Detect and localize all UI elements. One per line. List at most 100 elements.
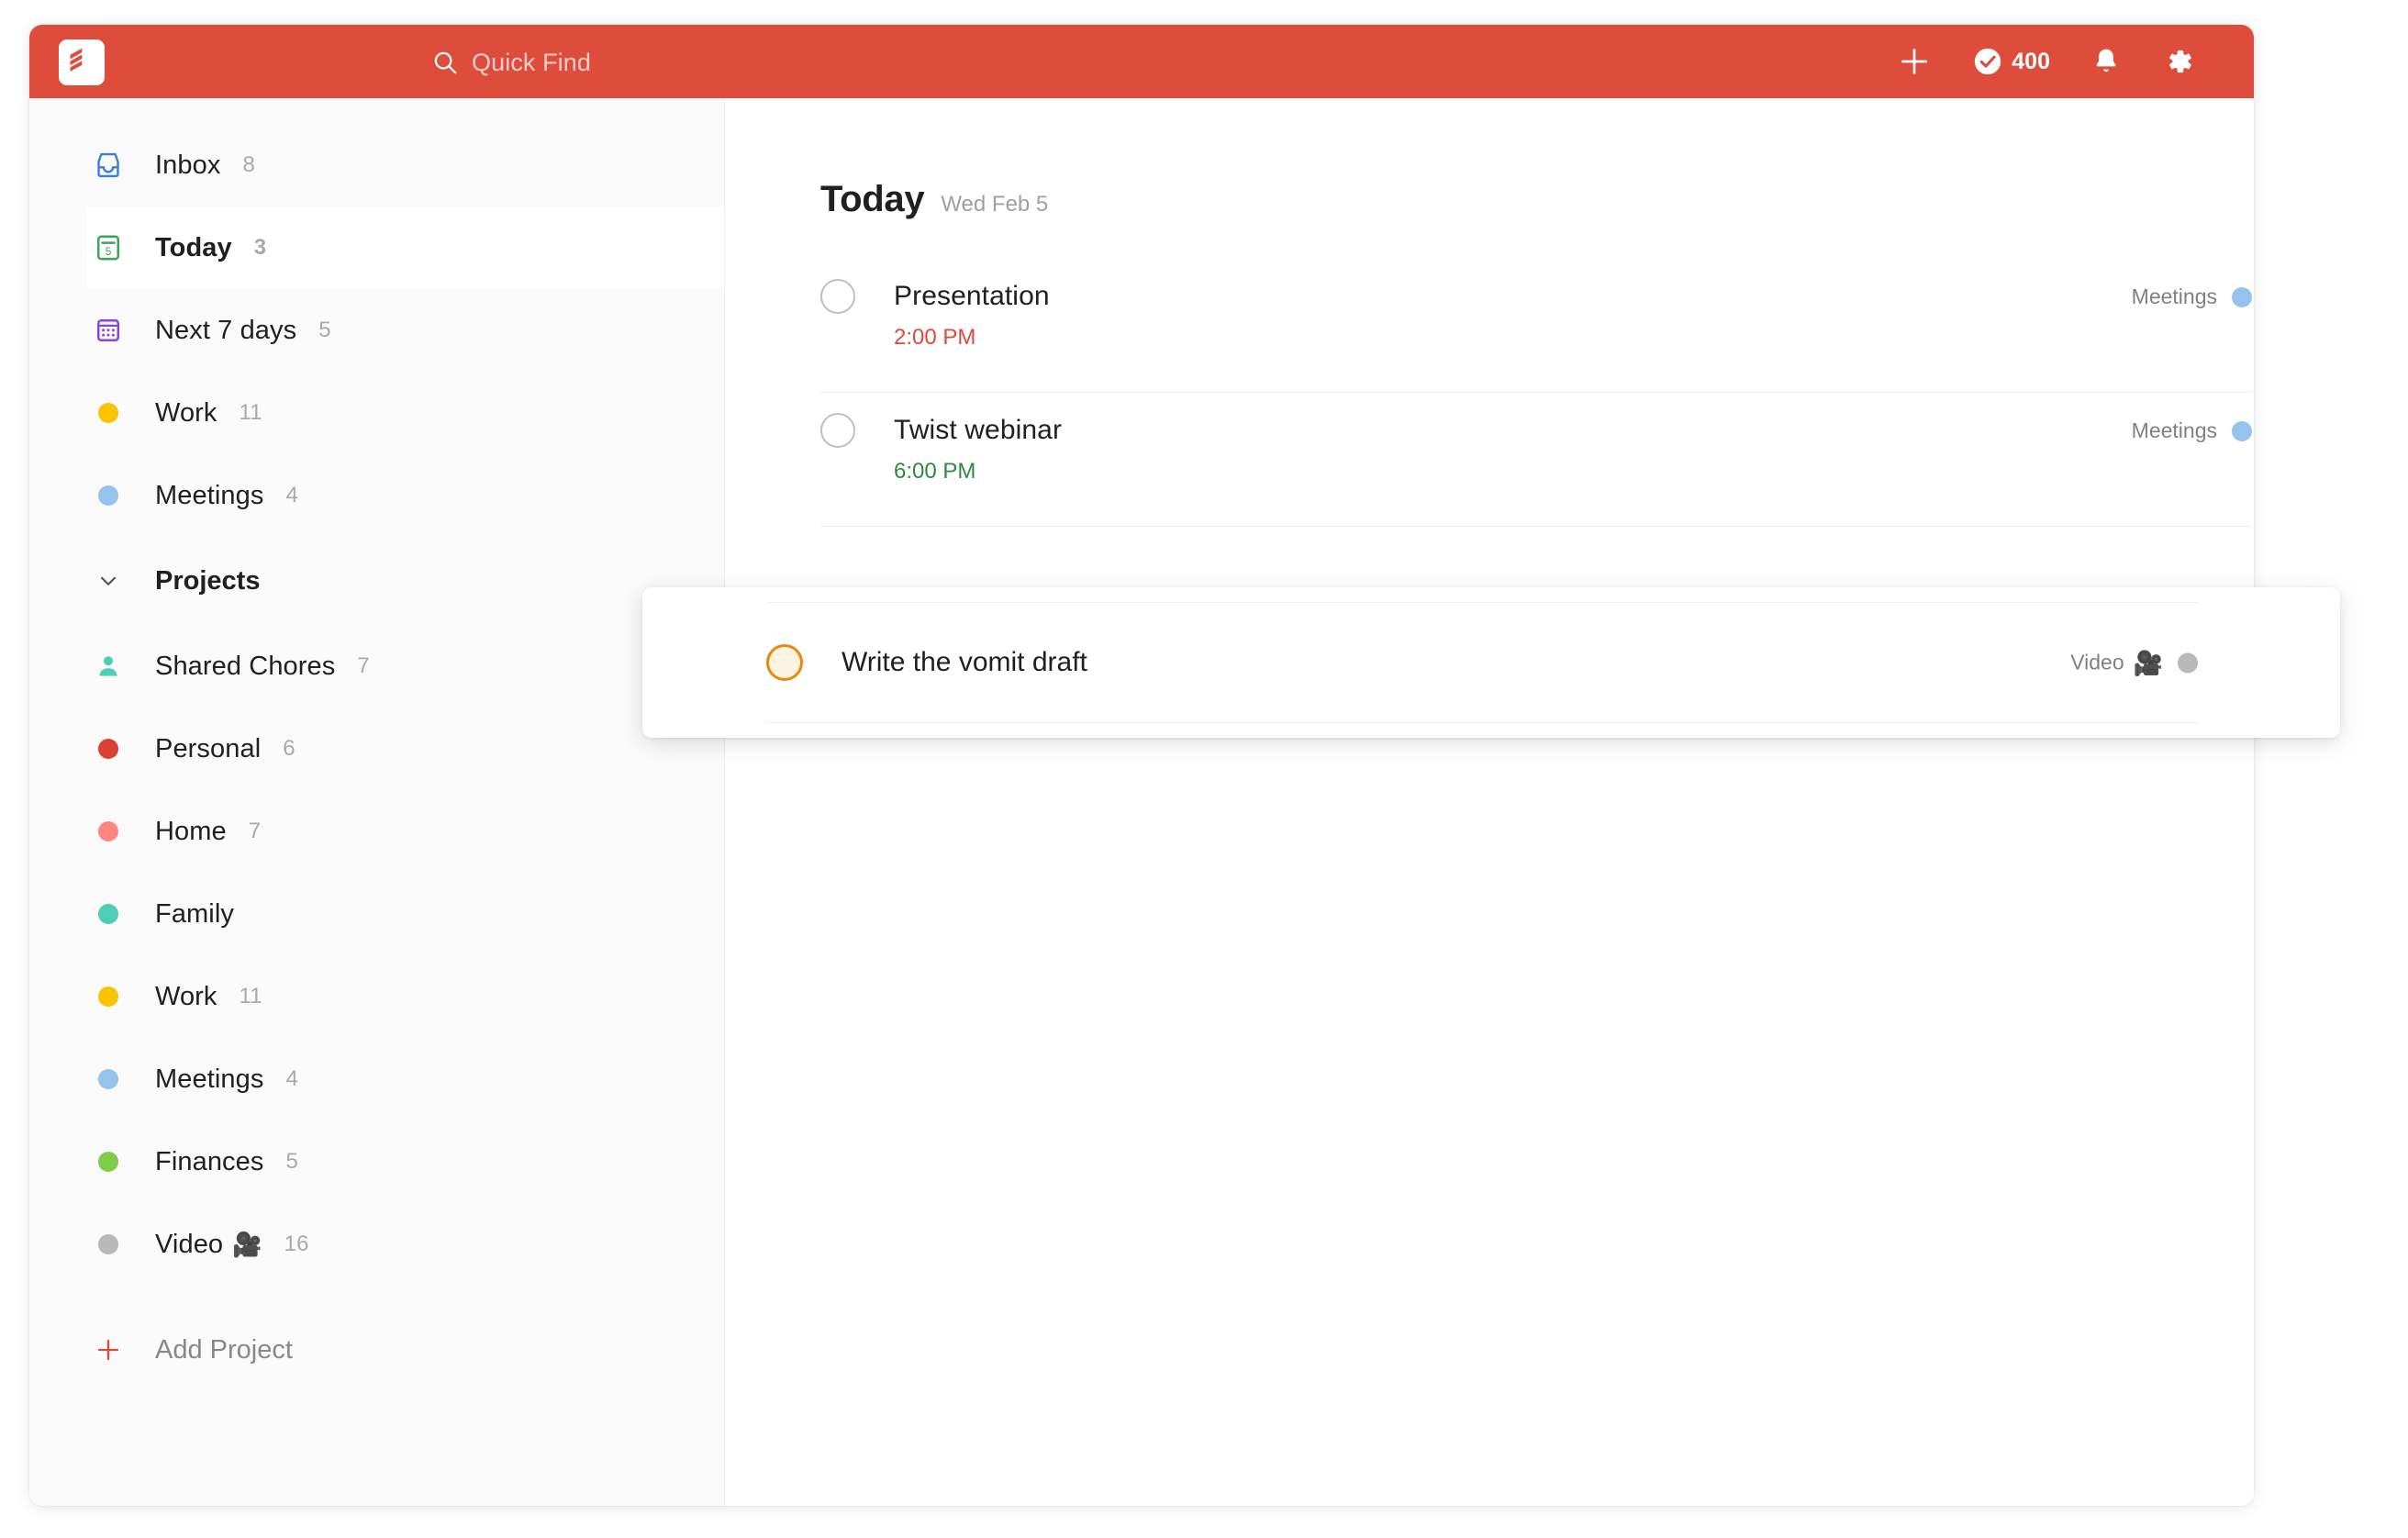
movie-camera-icon: 🎥 [2134, 651, 2163, 674]
sidebar-item-label: Family [155, 899, 234, 930]
dot-icon [87, 1152, 129, 1172]
sidebar-item-family[interactable]: Family [29, 873, 724, 955]
sidebar-item-meetings-project[interactable]: Meetings 4 [29, 1038, 724, 1120]
notifications-button[interactable] [2070, 25, 2142, 98]
todoist-logo[interactable] [59, 39, 105, 85]
sidebar-item-label: Inbox [155, 150, 220, 181]
svg-text:5: 5 [106, 245, 112, 258]
sidebar-item-label: Work [155, 398, 217, 429]
sidebar-item-count: 11 [240, 984, 262, 1009]
dot-icon [87, 1069, 129, 1089]
dot-icon [87, 986, 129, 1007]
task-row[interactable]: Presentation Meetings 2:00 PM [820, 259, 2252, 393]
task-checkbox-priority[interactable] [766, 644, 803, 681]
page-header: Today Wed Feb 5 [820, 179, 2254, 220]
dot-icon [87, 485, 129, 506]
content-area: Today Wed Feb 5 Presentation Meetings [725, 98, 2254, 1506]
sidebar-item-count: 4 [285, 1066, 297, 1092]
search-input[interactable]: Quick Find [431, 43, 591, 82]
sidebar-item-label: Home [155, 817, 227, 847]
sidebar-item-next-7-days[interactable]: Next 7 days 5 [29, 289, 724, 372]
check-circle-icon [1972, 46, 2003, 77]
sidebar-item-count: 7 [249, 819, 261, 844]
task-checkbox[interactable] [820, 279, 855, 314]
sidebar-item-label: Shared Chores [155, 652, 335, 682]
movie-camera-icon: 🎥 [232, 1232, 262, 1256]
search-placeholder: Quick Find [472, 49, 591, 77]
sidebar-item-count: 4 [285, 483, 297, 508]
search-icon [431, 49, 459, 76]
sidebar-item-today[interactable]: 5 Today 3 [87, 206, 724, 289]
gear-icon [2162, 45, 2195, 78]
karma-count: 400 [2012, 49, 2050, 75]
sidebar-item-label: Video [155, 1230, 223, 1260]
sidebar-item-finances[interactable]: Finances 5 [29, 1120, 724, 1203]
task-project-name: Meetings [2132, 418, 2217, 443]
top-bar: Quick Find 400 [29, 25, 2254, 98]
projects-section-title: Projects [155, 566, 260, 596]
sidebar-item-count: 11 [240, 400, 262, 426]
plus-icon [1897, 44, 1932, 79]
task-due-date: 6:00 PM [894, 459, 2252, 485]
task-title: Presentation [894, 281, 1050, 312]
page-title: Today [820, 179, 924, 220]
add-task-button[interactable] [1877, 25, 1952, 98]
task-project-tag[interactable]: Meetings [2132, 418, 2252, 443]
bell-icon [2090, 46, 2122, 77]
karma-button[interactable]: 400 [1952, 25, 2070, 98]
sidebar-item-label: Work [155, 982, 217, 1012]
logo-glyph [66, 47, 97, 78]
sidebar-item-label: Personal [155, 734, 261, 764]
sidebar-item-video[interactable]: Video 🎥 16 [29, 1203, 724, 1286]
sidebar-item-label: Today [155, 233, 232, 263]
chevron-down-icon [87, 567, 129, 595]
sidebar-item-work-project[interactable]: Work 11 [29, 955, 724, 1038]
task-row[interactable]: Twist webinar Meetings 6:00 PM [820, 393, 2252, 527]
settings-button[interactable] [2142, 25, 2215, 98]
add-project-label: Add Project [155, 1335, 293, 1365]
sidebar-item-work-filter[interactable]: Work 11 [29, 372, 724, 454]
sidebar-item-count: 6 [283, 736, 295, 762]
page-date: Wed Feb 5 [941, 192, 1048, 217]
sidebar-item-personal[interactable]: Personal 6 [29, 708, 724, 790]
dot-icon [2178, 652, 2198, 673]
sidebar-item-count: 3 [254, 235, 266, 261]
add-project-button[interactable]: Add Project [29, 1306, 724, 1394]
sidebar-item-home[interactable]: Home 7 [29, 790, 724, 873]
sidebar-item-count: 5 [285, 1149, 297, 1175]
sidebar: Inbox 8 5 Today 3 [29, 98, 725, 1506]
top-bar-actions: 400 [1877, 25, 2215, 98]
task-checkbox[interactable] [820, 413, 855, 448]
dot-icon [2232, 421, 2252, 441]
sidebar-item-shared-chores[interactable]: Shared Chores 7 [29, 625, 724, 708]
dragged-task-title: Write the vomit draft [842, 647, 1087, 678]
dragged-task-card[interactable]: Write the vomit draft Video 🎥 [642, 587, 2340, 738]
sidebar-item-label: Meetings [155, 1064, 263, 1095]
sidebar-item-count: 7 [357, 653, 369, 679]
calendar-week-icon [87, 315, 129, 346]
inbox-icon [87, 150, 129, 181]
sidebar-item-meetings-filter[interactable]: Meetings 4 [29, 454, 724, 537]
dot-icon [2232, 287, 2252, 307]
plus-icon [87, 1335, 129, 1365]
dot-icon [87, 403, 129, 423]
app-window: Quick Find 400 [29, 25, 2254, 1506]
dot-icon [87, 904, 129, 924]
dragged-task-project-tag[interactable]: Video 🎥 [2070, 651, 2198, 675]
dragged-task-project-name: Video [2070, 651, 2124, 675]
task-title: Twist webinar [894, 415, 1062, 446]
projects-section-header[interactable]: Projects [29, 537, 724, 625]
task-project-tag[interactable]: Meetings [2132, 284, 2252, 309]
sidebar-item-count: 5 [318, 318, 330, 343]
sidebar-item-inbox[interactable]: Inbox 8 [29, 124, 724, 206]
dot-icon [87, 821, 129, 841]
sidebar-item-label: Meetings [155, 481, 263, 511]
sidebar-item-label: Finances [155, 1147, 263, 1177]
calendar-today-icon: 5 [87, 232, 129, 263]
sidebar-item-label: Next 7 days [155, 316, 296, 346]
screenshot-root: Quick Find 400 [0, 0, 2408, 1538]
sidebar-item-count: 8 [242, 152, 254, 178]
task-project-name: Meetings [2132, 284, 2217, 309]
person-icon [87, 652, 129, 680]
app-body: Inbox 8 5 Today 3 [29, 98, 2254, 1506]
